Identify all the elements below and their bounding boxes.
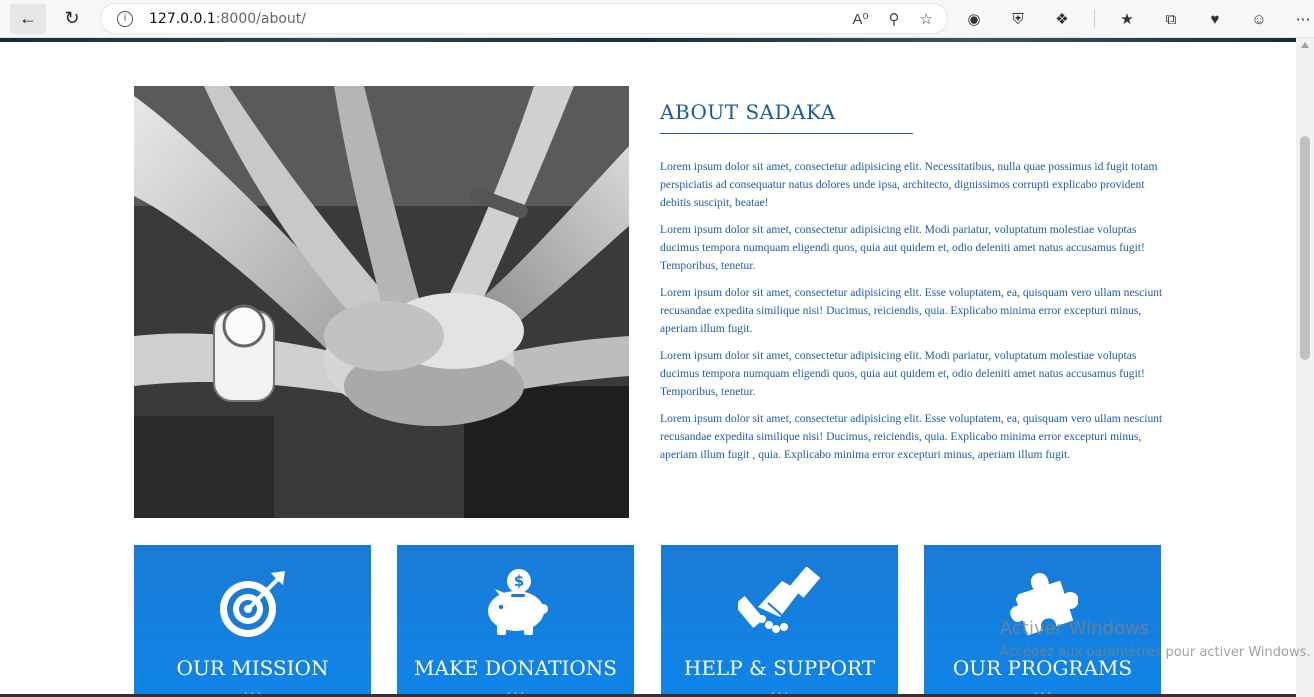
back-icon[interactable]: ← — [10, 3, 46, 34]
address-bar[interactable]: i 127.0.0.1:8000/about/ A⁰ ⚲ ☆ — [101, 4, 947, 33]
svg-text:$: $ — [513, 572, 523, 590]
about-paragraph: Lorem ipsum dolor sit amet, consectetur … — [660, 349, 1145, 398]
shield-icon[interactable]: ⛨ — [1006, 11, 1030, 28]
reload-icon[interactable]: ↻ — [54, 4, 90, 34]
about-paragraph: Lorem ipsum dolor sit amet, consectetur … — [660, 160, 1158, 209]
about-section: ABOUT SADAKA Lorem ipsum dolor sit amet,… — [660, 100, 1165, 473]
favorites-icon[interactable]: ★ — [1115, 10, 1139, 28]
about-paragraph: Lorem ipsum dolor sit amet, consectetur … — [660, 223, 1145, 272]
handshake-icon — [661, 567, 898, 639]
read-aloud-icon[interactable]: A⁰ — [853, 10, 869, 28]
more-icon[interactable]: ⋯ — [1291, 10, 1314, 28]
puzzle-icon[interactable]: ❖ — [1050, 10, 1074, 28]
toolbar-divider — [1094, 10, 1095, 28]
card-make-donations[interactable]: $ MAKE DONATIONS · · · — [397, 545, 634, 697]
browser-toolbar: ← ↻ i 127.0.0.1:8000/about/ A⁰ ⚲ ☆ ◉ ⛨ ❖… — [0, 0, 1314, 38]
favorite-star-icon[interactable]: ☆ — [920, 10, 933, 28]
card-help-support[interactable]: HELP & SUPPORT · · · — [661, 545, 898, 697]
scrollbar[interactable] — [1296, 38, 1314, 697]
card-title: OUR PROGRAMS — [952, 656, 1133, 680]
info-icon[interactable]: i — [117, 10, 133, 27]
zoom-icon[interactable]: ⚲ — [889, 10, 900, 28]
piggy-bank-icon: $ — [397, 567, 634, 639]
card-title: OUR MISSION — [176, 656, 329, 680]
extension-icon[interactable]: ◉ — [962, 10, 986, 28]
title-underline — [660, 133, 913, 134]
target-icon — [134, 567, 371, 639]
card-title: HELP & SUPPORT — [683, 656, 876, 680]
puzzle-piece-icon — [924, 567, 1161, 639]
about-title: ABOUT SADAKA — [660, 100, 836, 124]
team-hands-photo — [134, 86, 629, 518]
header-image-strip — [0, 38, 1296, 42]
scroll-up-icon[interactable] — [1301, 42, 1309, 48]
about-paragraph: Lorem ipsum dolor sit amet, consectetur … — [660, 286, 1163, 335]
profile-icon[interactable]: ☺ — [1247, 11, 1271, 28]
card-our-mission[interactable]: OUR MISSION · · · — [134, 545, 371, 697]
url-text[interactable]: 127.0.0.1:8000/about/ — [149, 11, 306, 27]
about-paragraph: Lorem ipsum dolor sit amet, consectetur … — [660, 412, 1163, 461]
collections-icon[interactable]: ⧉ — [1159, 11, 1183, 28]
scrollbar-thumb[interactable] — [1300, 136, 1310, 360]
performance-icon[interactable]: ♥ — [1203, 11, 1227, 28]
card-our-programs[interactable]: OUR PROGRAMS · · · — [924, 545, 1161, 697]
card-title: MAKE DONATIONS — [414, 656, 617, 680]
